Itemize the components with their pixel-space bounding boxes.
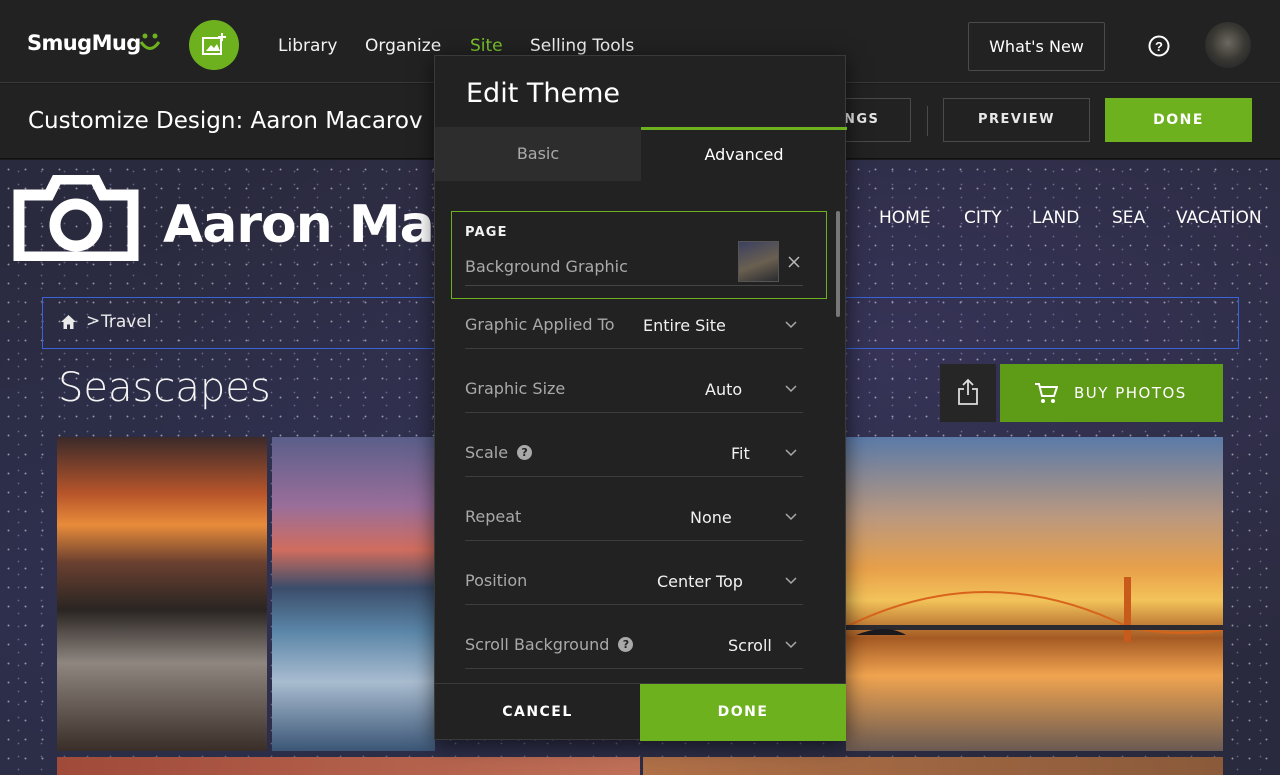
gallery-photo[interactable]: [846, 437, 1223, 751]
user-avatar[interactable]: [1205, 22, 1251, 68]
nav-selling-tools[interactable]: Selling Tools: [530, 36, 634, 56]
site-nav-city[interactable]: CITY: [964, 208, 1002, 228]
camera-logo-icon: [13, 175, 139, 261]
site-nav-home[interactable]: HOME: [879, 208, 931, 228]
dialog-title: Edit Theme: [466, 78, 620, 109]
graphic-applied-to-select[interactable]: Graphic Applied To Entire Site: [465, 309, 803, 349]
nav-organize[interactable]: Organize: [365, 36, 441, 56]
dialog-footer: CANCEL DONE: [435, 683, 846, 741]
done-button[interactable]: DONE: [640, 684, 846, 741]
advanced-panel: PAGE Background Graphic Graphic Applied …: [435, 181, 845, 681]
row-value: Auto: [705, 380, 743, 399]
row-label: Graphic Applied To: [465, 315, 615, 334]
share-button[interactable]: [940, 364, 996, 422]
row-label: Position: [465, 571, 528, 590]
svg-text:?: ?: [1155, 39, 1163, 54]
buy-photos-label: BUY PHOTOS: [1074, 384, 1187, 402]
row-label: Graphic Size: [465, 379, 566, 398]
row-value: Center Top: [657, 572, 743, 591]
chevron-down-icon: [785, 641, 797, 649]
preview-button[interactable]: PREVIEW: [943, 98, 1090, 142]
repeat-select[interactable]: Repeat None: [465, 501, 803, 541]
cart-icon: [1035, 383, 1058, 403]
nav-library[interactable]: Library: [278, 36, 337, 56]
row-label-text: Scroll Background: [465, 635, 610, 654]
toolbar-divider: [927, 106, 928, 136]
field-underline: [465, 285, 803, 286]
page-section-label: PAGE: [465, 225, 508, 240]
smugmug-smile-icon: [139, 33, 161, 50]
close-icon[interactable]: [788, 256, 800, 268]
edit-theme-dialog: Edit Theme Basic Advanced PAGE Backgroun…: [434, 55, 847, 741]
gallery-photo[interactable]: [272, 437, 435, 751]
row-label: Repeat: [465, 507, 522, 526]
graphic-size-select[interactable]: Graphic Size Auto: [465, 373, 803, 413]
done-button-top[interactable]: DONE: [1105, 98, 1252, 142]
gallery-photo[interactable]: [643, 757, 1223, 775]
gallery-title: Seascapes: [58, 365, 271, 411]
row-label-text: Scale: [465, 443, 509, 462]
site-nav-vacation[interactable]: VACATION: [1176, 208, 1262, 228]
gallery-photo[interactable]: [57, 437, 267, 751]
breadcrumb-travel[interactable]: Travel: [101, 312, 152, 332]
background-graphic-label: Background Graphic: [465, 257, 628, 276]
site-nav-sea[interactable]: SEA: [1112, 208, 1145, 228]
row-value: None: [690, 508, 732, 527]
position-select[interactable]: Position Center Top: [465, 565, 803, 605]
bridge-illustration: [846, 577, 1223, 642]
help-circle-icon[interactable]: ?: [1148, 35, 1170, 57]
chevron-down-icon: [785, 577, 797, 585]
tab-advanced[interactable]: Advanced: [641, 127, 847, 181]
gallery-photo[interactable]: [57, 757, 640, 775]
help-icon[interactable]: ?: [618, 637, 634, 652]
row-label: Scale?: [465, 443, 533, 462]
add-photo-icon: [202, 33, 226, 55]
chevron-down-icon: [785, 321, 797, 329]
panel-scrollbar[interactable]: [836, 211, 840, 317]
background-graphic-thumbnail[interactable]: [738, 241, 779, 282]
chevron-down-icon: [785, 513, 797, 521]
whats-new-button[interactable]: What's New: [968, 22, 1105, 71]
smugmug-logo[interactable]: SmugMug: [27, 31, 141, 55]
home-icon[interactable]: [61, 315, 76, 329]
tab-basic[interactable]: Basic: [435, 127, 641, 181]
nav-site[interactable]: Site: [470, 36, 503, 56]
upload-button[interactable]: [189, 20, 239, 70]
scroll-background-select[interactable]: Scroll Background? Scroll: [465, 629, 803, 669]
row-value: Scroll: [728, 636, 772, 655]
site-name[interactable]: Aaron Mac: [163, 195, 464, 255]
site-nav-land[interactable]: LAND: [1032, 208, 1079, 228]
chevron-down-icon: [785, 449, 797, 457]
row-label: Scroll Background?: [465, 635, 634, 654]
breadcrumb-separator: >: [86, 311, 101, 331]
scale-select[interactable]: Scale? Fit: [465, 437, 803, 477]
row-value: Fit: [731, 444, 750, 463]
row-value: Entire Site: [643, 316, 726, 335]
chevron-down-icon: [785, 385, 797, 393]
buy-photos-button[interactable]: BUY PHOTOS: [1000, 364, 1223, 422]
customize-title: Customize Design: Aaron Macarov: [28, 108, 423, 134]
share-icon: [958, 378, 978, 405]
page-section[interactable]: PAGE Background Graphic: [451, 211, 827, 299]
help-icon[interactable]: ?: [517, 445, 533, 460]
cancel-button[interactable]: CANCEL: [435, 684, 640, 741]
